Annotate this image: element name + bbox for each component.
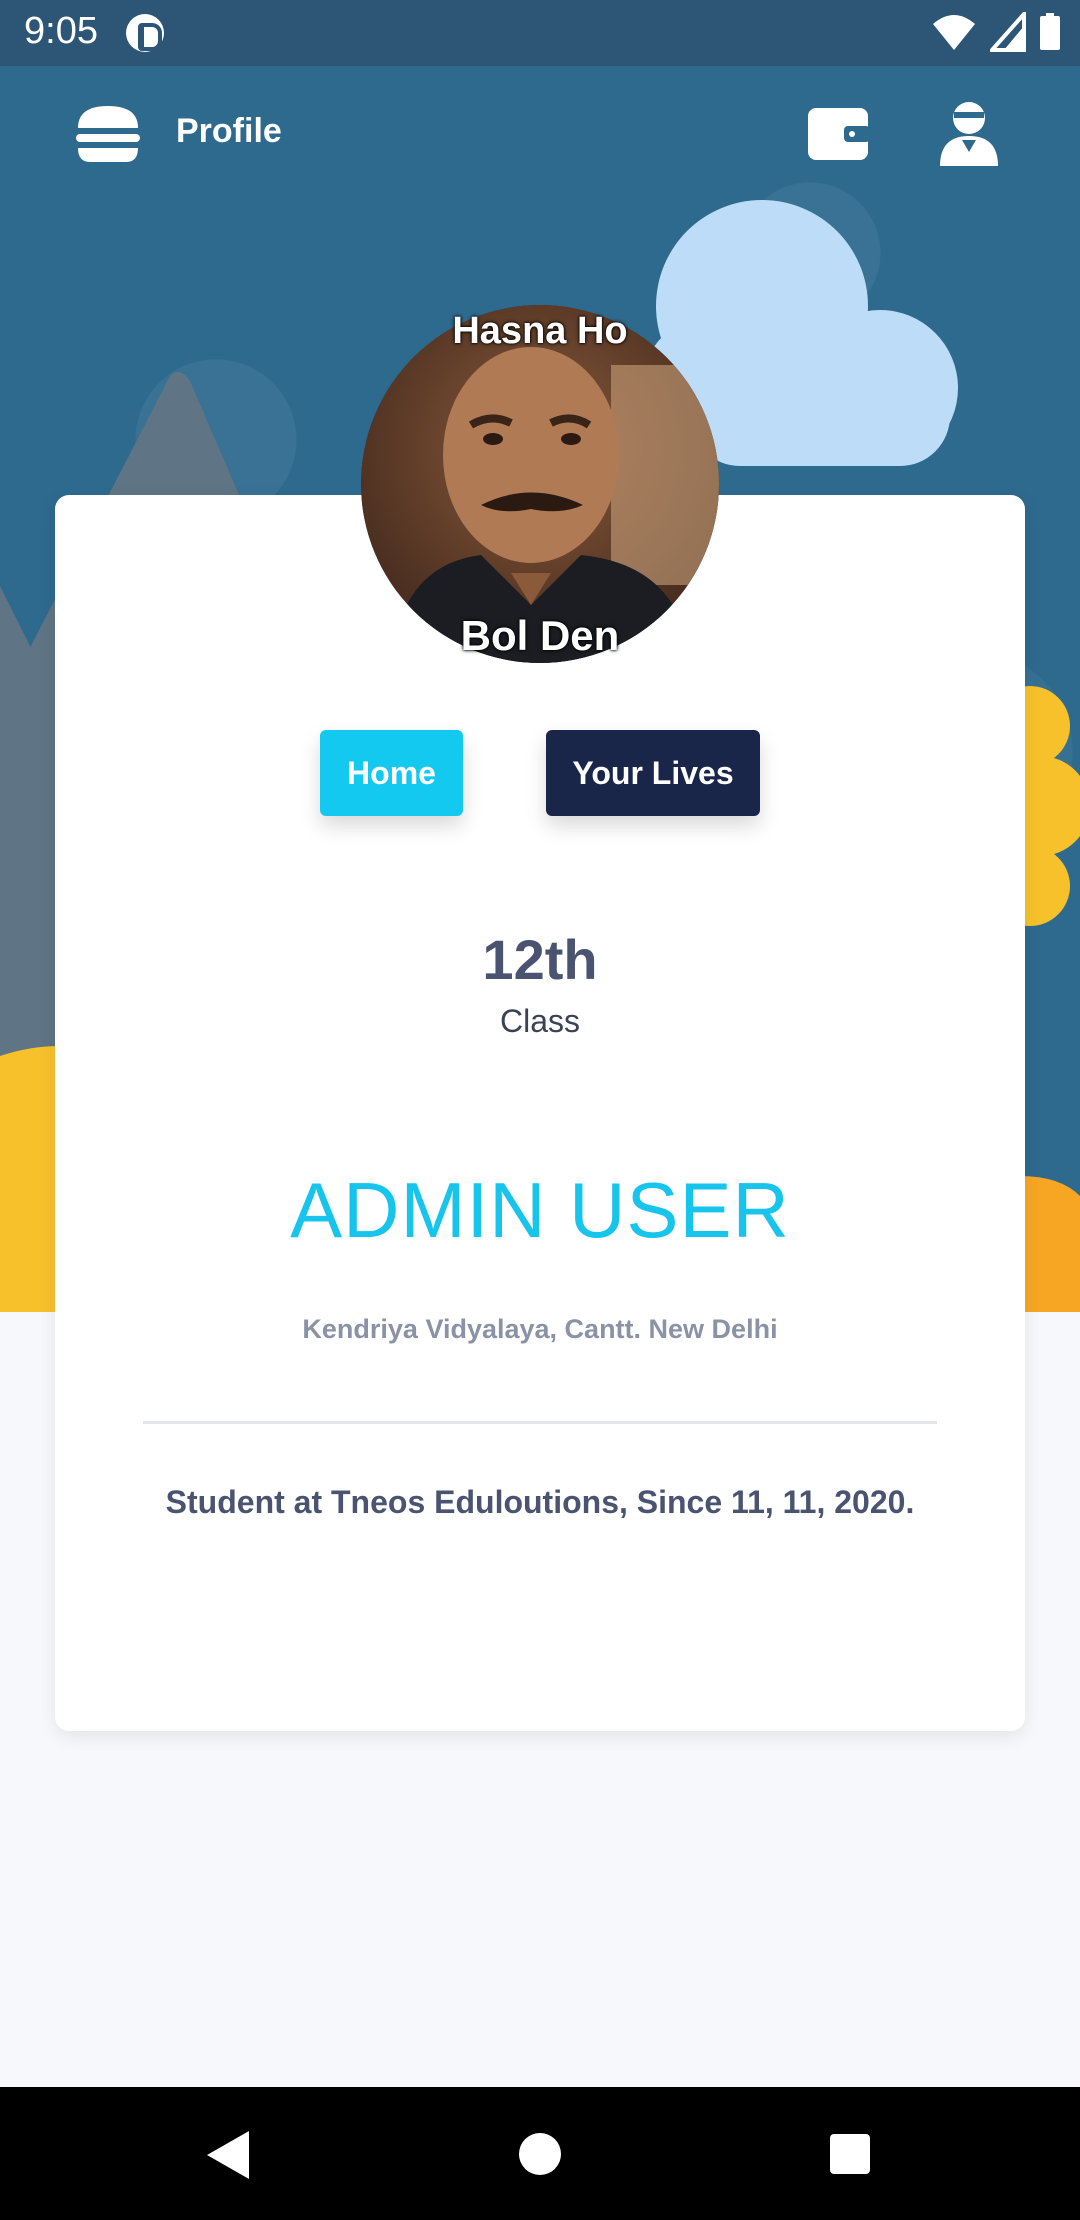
home-button[interactable]: Home (320, 730, 463, 816)
status-time: 9:05 (24, 10, 98, 52)
wallet-icon[interactable] (806, 106, 870, 162)
back-icon[interactable] (203, 2127, 253, 2183)
home-circle-icon[interactable] (519, 2133, 561, 2175)
wifi-icon (933, 15, 976, 50)
system-icons (923, 12, 1062, 54)
hamburger-menu-icon[interactable] (72, 102, 144, 166)
user-name: ADMIN USER (290, 1166, 790, 1254)
avatar-caption-bottom: Bol Den (460, 612, 620, 659)
avatar-caption-top: Hasna Ho (452, 310, 628, 352)
avatar (361, 305, 719, 663)
cell-signal-icon (989, 12, 1026, 52)
app-notification-icon (126, 14, 164, 52)
user-profile-icon[interactable] (938, 100, 1000, 166)
profile-card (55, 495, 1025, 1731)
student-since-text: Student at Tneos Eduloutions, Since 11, … (165, 1484, 915, 1520)
page-title: Profile (176, 112, 282, 150)
class-label: Class (499, 1003, 580, 1039)
recents-square-icon[interactable] (830, 2134, 870, 2174)
your-lives-button[interactable]: Your Lives (546, 730, 760, 816)
divider (143, 1421, 937, 1424)
system-nav-bar (0, 2087, 1080, 2220)
school-name: Kendriya Vidyalaya, Cantt. New Delhi (302, 1314, 778, 1344)
status-bar: 9:05 (0, 0, 1080, 66)
class-value: 12th (482, 928, 598, 991)
battery-icon (1040, 13, 1060, 50)
top-app-bar: Profile (0, 66, 1080, 206)
